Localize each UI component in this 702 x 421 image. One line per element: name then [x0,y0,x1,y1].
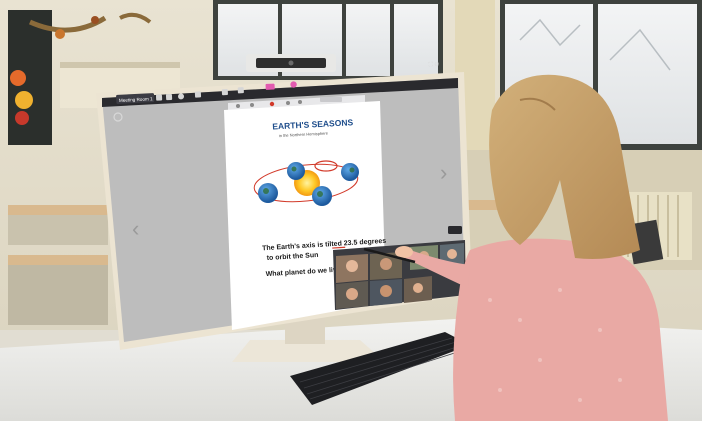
next-slide-arrow[interactable]: › [440,160,447,185]
grid-toggle-button[interactable] [448,226,462,234]
tools-icon[interactable] [237,87,244,94]
bg-desk [8,205,108,215]
camera-icon[interactable] [265,83,275,90]
coat-shelf [60,62,180,68]
layout-icon[interactable] [165,93,173,101]
prev-slide-arrow[interactable]: ‹ [132,216,139,241]
color-red-icon[interactable] [269,101,275,107]
woman-hand [395,246,413,258]
earth-icon [341,163,359,181]
whiteboard-icon[interactable] [221,89,228,96]
pen-tool-icon[interactable] [236,104,240,108]
eraser-icon[interactable] [250,103,254,107]
window-controls-icon[interactable]: ⛶ ⊖ [429,61,440,69]
zoom-control[interactable] [320,97,342,102]
earth-icon [287,162,305,180]
share-icon[interactable] [155,94,163,101]
undo-icon[interactable] [286,101,290,105]
redo-icon[interactable] [298,100,302,104]
apps-icon[interactable] [194,91,202,98]
classroom-photo: Meeting Room 1 ⛶ ⊖ ‹ › EARTH'S SEASONS i… [0,0,702,421]
